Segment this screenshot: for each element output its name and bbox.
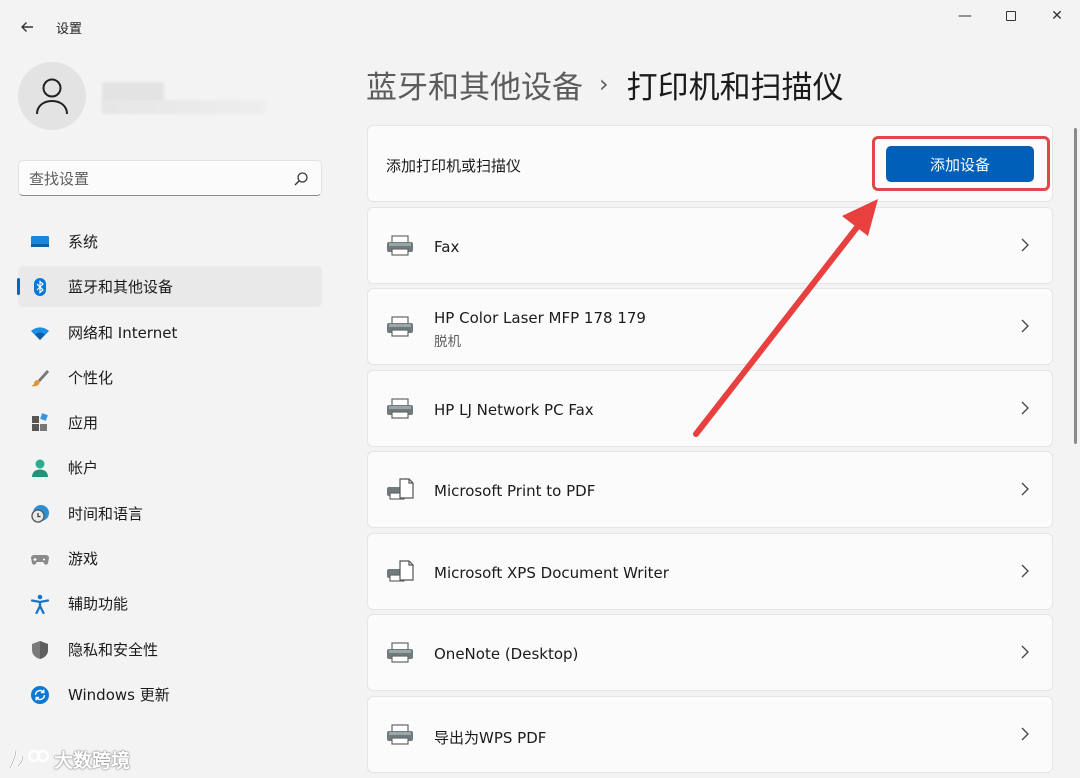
watermark-text: 大数跨境 bbox=[54, 749, 131, 772]
page-title: 打印机和扫描仪 bbox=[626, 69, 844, 106]
avatar[interactable] bbox=[18, 62, 86, 130]
profile-email-redacted bbox=[102, 100, 266, 114]
breadcrumb-separator: › bbox=[599, 70, 609, 98]
sidebar-item-network[interactable]: 网络和 Internet bbox=[18, 312, 322, 353]
breadcrumb-parent-link[interactable]: 蓝牙和其他设备 bbox=[366, 62, 583, 107]
minimize-button[interactable]: — bbox=[942, 6, 988, 26]
sidebar-item-windows-update[interactable]: Windows 更新 bbox=[18, 674, 322, 715]
printer-icon bbox=[387, 398, 413, 419]
chevron-right-icon bbox=[1021, 645, 1029, 659]
wifi-icon bbox=[31, 326, 49, 340]
search-box bbox=[18, 160, 322, 196]
maximize-button[interactable] bbox=[988, 6, 1034, 26]
sidebar-item-bluetooth[interactable]: 蓝牙和其他设备 bbox=[17, 266, 322, 308]
sidebar-item-accessibility[interactable]: 辅助功能 bbox=[18, 583, 322, 624]
brush-icon bbox=[31, 369, 49, 387]
add-printer-label: 添加打印机或扫描仪 bbox=[386, 157, 522, 175]
sidebar-item-label: 时间和语言 bbox=[68, 504, 144, 523]
sidebar-item-label: 应用 bbox=[68, 414, 99, 433]
device-card[interactable]: HP LJ Network PC Fax bbox=[367, 370, 1053, 447]
chevron-right-icon bbox=[1021, 482, 1029, 496]
breadcrumb: 蓝牙和其他设备 › 打印机和扫描仪 bbox=[366, 62, 844, 106]
title-bar: 设置 — ✕ bbox=[0, 0, 1080, 56]
watermark-logo-icon bbox=[8, 749, 50, 769]
sidebar-nav: 系统 蓝牙和其他设备 网络和 Internet 个性化 应用 帐户 时间和语言 … bbox=[17, 221, 322, 719]
device-name: HP LJ Network PC Fax bbox=[434, 401, 594, 419]
printer-icon bbox=[387, 642, 413, 663]
device-card[interactable]: Microsoft XPS Document Writer bbox=[367, 533, 1053, 610]
user-icon bbox=[36, 78, 68, 115]
chevron-right-icon bbox=[1021, 727, 1029, 741]
sidebar-item-privacy[interactable]: 隐私和安全性 bbox=[18, 629, 322, 670]
device-card[interactable]: Microsoft Print to PDF bbox=[367, 451, 1053, 528]
device-name: OneNote (Desktop) bbox=[434, 645, 579, 663]
app-title: 设置 bbox=[56, 22, 83, 37]
sidebar-item-gaming[interactable]: 游戏 bbox=[18, 538, 322, 579]
highlight-box-annotation bbox=[872, 136, 1050, 191]
watermark: 大数跨境 bbox=[6, 744, 130, 774]
update-icon bbox=[31, 685, 49, 704]
sidebar-item-label: 蓝牙和其他设备 bbox=[68, 278, 174, 297]
printer-icon bbox=[387, 235, 413, 256]
device-card[interactable]: OneNote (Desktop) bbox=[367, 614, 1053, 691]
bluetooth-icon bbox=[34, 278, 46, 297]
chevron-right-icon bbox=[1021, 238, 1029, 252]
sidebar-item-label: 帐户 bbox=[68, 459, 99, 478]
sidebar-item-label: 个性化 bbox=[68, 368, 114, 387]
chevron-right-icon bbox=[1021, 401, 1029, 415]
account-icon bbox=[32, 459, 48, 478]
device-name: HP Color Laser MFP 178 179 bbox=[434, 309, 646, 327]
sidebar-item-personalization[interactable]: 个性化 bbox=[18, 357, 322, 398]
printer-document-icon bbox=[387, 560, 414, 582]
sidebar-item-label: 隐私和安全性 bbox=[68, 640, 159, 659]
printer-icon bbox=[387, 724, 413, 745]
search-input[interactable] bbox=[29, 168, 289, 190]
scrollbar-thumb[interactable] bbox=[1074, 128, 1077, 444]
sidebar-item-label: 辅助功能 bbox=[68, 595, 129, 614]
printer-icon bbox=[387, 316, 413, 337]
sidebar-item-accounts[interactable]: 帐户 bbox=[18, 447, 322, 488]
device-card[interactable]: HP Color Laser MFP 178 179 脱机 bbox=[367, 288, 1053, 365]
sidebar-item-label: 网络和 Internet bbox=[68, 323, 178, 342]
chevron-right-icon bbox=[1021, 564, 1029, 578]
device-status: 脱机 bbox=[434, 334, 461, 350]
sidebar-item-system[interactable]: 系统 bbox=[18, 221, 322, 262]
close-button[interactable]: ✕ bbox=[1034, 6, 1080, 26]
device-card[interactable]: Fax bbox=[367, 207, 1053, 284]
monitor-icon bbox=[31, 236, 49, 247]
device-name: Fax bbox=[434, 238, 460, 256]
back-arrow-icon[interactable] bbox=[14, 14, 40, 40]
printer-document-icon bbox=[387, 478, 414, 500]
sidebar-item-label: Windows 更新 bbox=[68, 685, 170, 704]
clock-globe-icon bbox=[31, 504, 49, 523]
sidebar-item-time-language[interactable]: 时间和语言 bbox=[18, 493, 322, 534]
accessibility-icon bbox=[30, 595, 50, 615]
chevron-right-icon bbox=[1021, 319, 1029, 333]
shield-icon bbox=[32, 640, 48, 659]
device-card[interactable]: 导出为WPS PDF bbox=[367, 696, 1053, 773]
device-name: Microsoft XPS Document Writer bbox=[434, 564, 669, 582]
sidebar-item-apps[interactable]: 应用 bbox=[18, 402, 322, 443]
gamepad-icon bbox=[31, 555, 49, 565]
device-name: Microsoft Print to PDF bbox=[434, 482, 596, 500]
sidebar-item-label: 系统 bbox=[68, 233, 99, 251]
apps-icon bbox=[32, 413, 48, 432]
search-icon[interactable] bbox=[293, 171, 309, 187]
maximize-icon bbox=[1006, 11, 1016, 21]
sidebar-item-label: 游戏 bbox=[68, 550, 99, 569]
device-name: 导出为WPS PDF bbox=[434, 729, 547, 747]
